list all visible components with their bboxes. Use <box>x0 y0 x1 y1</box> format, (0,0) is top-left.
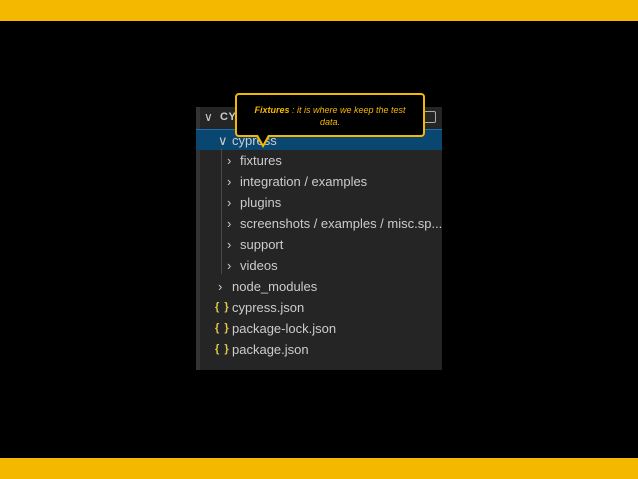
chevron-down-icon: ∨ <box>204 110 213 124</box>
tree-item-package-lock-json[interactable]: { } package-lock.json <box>196 318 442 339</box>
tree-item-label: package-lock.json <box>232 321 337 336</box>
chevron-down-icon: ∨ <box>218 133 228 148</box>
tree-item-label: node_modules <box>232 279 318 294</box>
explorer-panel: ∨ CY ∨ cypress › fixtures › integration … <box>196 107 442 370</box>
chevron-right-icon: › <box>227 237 232 252</box>
tree-item-label: plugins <box>240 195 282 210</box>
tree-item-label: integration / examples <box>240 174 368 189</box>
top-banner <box>0 0 638 21</box>
chevron-right-icon: › <box>227 195 232 210</box>
chevron-right-icon: › <box>227 153 232 168</box>
tree-item-label: fixtures <box>240 153 282 168</box>
callout-text: : it is where we keep the test data. <box>289 105 406 127</box>
tree-item-integration[interactable]: › integration / examples <box>196 171 442 192</box>
tree-item-label: package.json <box>232 342 309 357</box>
chevron-right-icon: › <box>227 258 232 273</box>
chevron-right-icon: › <box>227 216 232 231</box>
callout-term: Fixtures <box>254 105 290 115</box>
tree-item-support[interactable]: › support <box>196 234 442 255</box>
chevron-right-icon: › <box>227 174 232 189</box>
tree-item-fixtures[interactable]: › fixtures <box>196 150 442 171</box>
tree-item-label: support <box>240 237 284 252</box>
tree-item-cypress-json[interactable]: { } cypress.json <box>196 297 442 318</box>
tree-item-label: screenshots / examples / misc.sp... <box>240 216 443 231</box>
chevron-right-icon: › <box>218 279 223 294</box>
json-braces-icon: { } <box>215 301 230 313</box>
tree-item-screenshots[interactable]: › screenshots / examples / misc.sp... <box>196 213 442 234</box>
tree-item-package-json[interactable]: { } package.json <box>196 339 442 360</box>
json-braces-icon: { } <box>215 322 230 334</box>
indent-guide <box>221 148 222 274</box>
tree-item-videos[interactable]: › videos <box>196 255 442 276</box>
bottom-banner <box>0 458 638 479</box>
fixtures-callout: Fixtures : it is where we keep the test … <box>235 93 425 137</box>
json-braces-icon: { } <box>215 343 230 355</box>
tree-item-label: videos <box>240 258 278 273</box>
callout-tail-inner <box>258 135 268 144</box>
tree-item-plugins[interactable]: › plugins <box>196 192 442 213</box>
tree-item-label: cypress.json <box>232 300 305 315</box>
explorer-header-title: CY <box>220 111 237 123</box>
tree-item-node-modules[interactable]: › node_modules <box>196 276 442 297</box>
